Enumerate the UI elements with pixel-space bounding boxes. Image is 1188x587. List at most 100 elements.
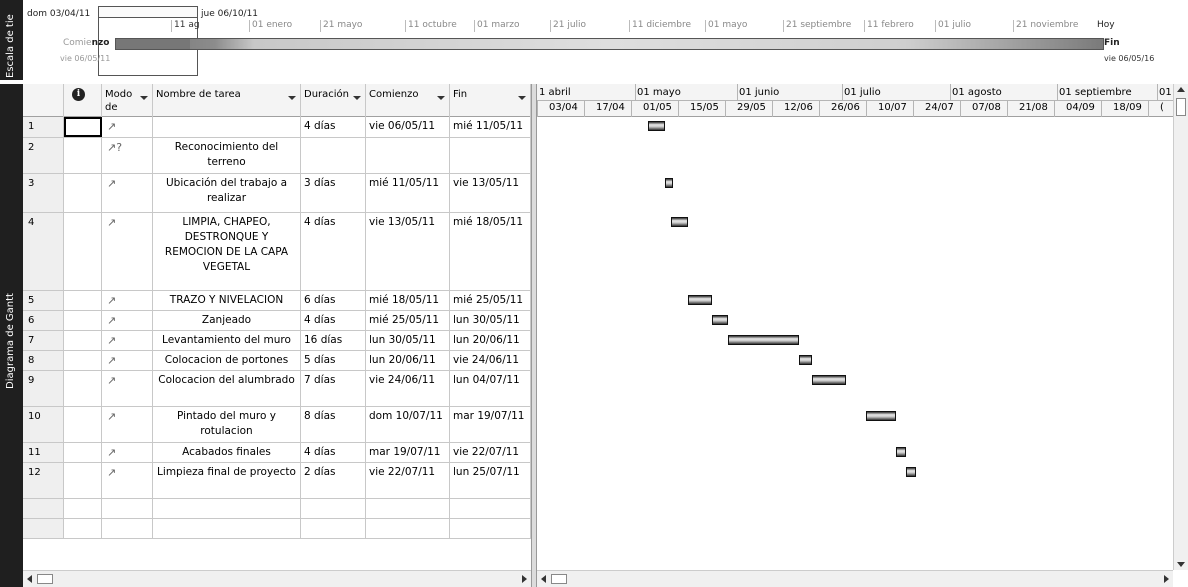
row-id[interactable]: 6 (23, 311, 64, 330)
row-id[interactable]: 11 (23, 443, 64, 462)
row-start[interactable] (366, 499, 450, 518)
table-row[interactable]: 1 ↗ 4 días vie 06/05/11 mié 11/05/11 (23, 117, 531, 138)
dropdown-arrow-icon[interactable] (353, 96, 361, 100)
row-mode-cell[interactable] (102, 519, 153, 538)
vertical-scrollbar[interactable] (1173, 84, 1188, 570)
row-task-name[interactable]: Ubicación del trabajo a realizar (153, 174, 301, 212)
gantt-bar[interactable] (728, 335, 799, 345)
gantt-bar[interactable] (812, 375, 846, 385)
row-mode-cell[interactable]: ↗ (102, 371, 153, 406)
row-info-cell[interactable] (64, 117, 102, 137)
row-finish[interactable]: mié 11/05/11 (450, 117, 531, 137)
scroll-up-icon[interactable] (1177, 87, 1185, 92)
row-duration[interactable]: 2 días (301, 463, 366, 498)
header-start[interactable]: Comienzo (366, 84, 450, 117)
header-info[interactable]: i (64, 84, 102, 117)
row-task-name[interactable]: LIMPIA, CHAPEO, DESTRONQUE Y REMOCION DE… (153, 213, 301, 290)
row-task-name[interactable]: TRAZO Y NIVELACION (153, 291, 301, 310)
row-id[interactable]: 10 (23, 407, 64, 442)
row-finish[interactable] (450, 499, 531, 518)
timeline[interactable]: dom 03/04/11 jue 06/10/11 11 ag 01 enero 2… (23, 0, 1188, 80)
gantt-bar[interactable] (688, 295, 712, 305)
row-start[interactable]: vie 13/05/11 (366, 213, 450, 290)
row-start[interactable] (366, 519, 450, 538)
row-duration[interactable]: 4 días (301, 213, 366, 290)
gantt-bar[interactable] (866, 411, 897, 421)
row-mode-cell[interactable]: ↗ (102, 407, 153, 442)
row-mode-cell[interactable]: ↗ (102, 351, 153, 370)
row-duration[interactable]: 3 días (301, 174, 366, 212)
row-task-name[interactable]: Levantamiento del muro (153, 331, 301, 350)
dropdown-arrow-icon[interactable] (437, 96, 445, 100)
row-mode-cell[interactable]: ↗ (102, 117, 153, 137)
row-finish[interactable]: mar 19/07/11 (450, 407, 531, 442)
table-row[interactable]: 11 ↗ Acabados finales 4 días mar 19/07/11 vie… (23, 443, 531, 463)
row-mode-cell[interactable]: ↗ (102, 463, 153, 498)
row-info-cell[interactable] (64, 407, 102, 442)
row-duration[interactable]: 4 días (301, 117, 366, 137)
row-task-name[interactable]: Acabados finales (153, 443, 301, 462)
row-info-cell[interactable] (64, 331, 102, 350)
table-row[interactable]: 5 ↗ TRAZO Y NIVELACION 6 días mié 18/05/11 mi… (23, 291, 531, 311)
row-task-name[interactable]: Colocacion del alumbrado (153, 371, 301, 406)
row-id[interactable]: 2 (23, 138, 64, 173)
row-info-cell[interactable] (64, 371, 102, 406)
gantt-bar[interactable] (798, 355, 813, 365)
row-task-name[interactable]: Reconocimiento del terreno (153, 138, 301, 173)
row-duration[interactable]: 4 días (301, 311, 366, 330)
row-task-name[interactable] (153, 499, 301, 518)
row-finish[interactable]: lun 30/05/11 (450, 311, 531, 330)
timeline-project-bar[interactable] (115, 38, 1104, 50)
row-mode-cell[interactable]: ↗? (102, 138, 153, 173)
table-row[interactable]: 7 ↗ Levantamiento del muro 16 días lun 30/05… (23, 331, 531, 351)
row-finish[interactable] (450, 519, 531, 538)
gantt-bar[interactable] (671, 217, 689, 227)
gantt-bar[interactable] (647, 121, 665, 131)
row-duration[interactable]: 16 días (301, 331, 366, 350)
row-start[interactable]: vie 22/07/11 (366, 463, 450, 498)
gantt-bar[interactable] (664, 178, 673, 188)
table-row[interactable]: 12 ↗ Limpieza final de proyecto 2 días vie 2… (23, 463, 531, 499)
timeline-view-window-header[interactable] (98, 6, 198, 18)
table-row[interactable]: 4 ↗ LIMPIA, CHAPEO, DESTRONQUE Y REMOCION … (23, 213, 531, 291)
row-id[interactable]: 4 (23, 213, 64, 290)
row-mode-cell[interactable]: ↗ (102, 291, 153, 310)
row-finish[interactable]: vie 22/07/11 (450, 443, 531, 462)
row-info-cell[interactable] (64, 463, 102, 498)
row-task-name[interactable]: Limpieza final de proyecto (153, 463, 301, 498)
row-id[interactable]: 12 (23, 463, 64, 498)
row-id[interactable] (23, 499, 64, 518)
row-duration[interactable] (301, 499, 366, 518)
row-start[interactable]: mié 11/05/11 (366, 174, 450, 212)
row-task-name[interactable]: Zanjeado (153, 311, 301, 330)
row-info-cell[interactable] (64, 519, 102, 538)
row-finish[interactable] (450, 138, 531, 173)
row-id[interactable] (23, 519, 64, 538)
table-row[interactable] (23, 499, 531, 519)
row-mode-cell[interactable]: ↗ (102, 311, 153, 330)
row-finish[interactable]: vie 24/06/11 (450, 351, 531, 370)
row-info-cell[interactable] (64, 351, 102, 370)
chart-horizontal-scrollbar[interactable] (537, 570, 1173, 587)
row-id[interactable]: 9 (23, 371, 64, 406)
dropdown-arrow-icon[interactable] (288, 96, 296, 100)
dropdown-arrow-icon[interactable] (518, 96, 526, 100)
row-info-cell[interactable] (64, 174, 102, 212)
row-mode-cell[interactable]: ↗ (102, 174, 153, 212)
row-task-name[interactable]: Pintado del muro y rotulacion (153, 407, 301, 442)
row-info-cell[interactable] (64, 311, 102, 330)
row-start[interactable]: vie 06/05/11 (366, 117, 450, 137)
table-row[interactable]: 10 ↗ Pintado del muro y rotulacion 8 días do… (23, 407, 531, 443)
row-id[interactable]: 5 (23, 291, 64, 310)
row-mode-cell[interactable]: ↗ (102, 443, 153, 462)
gantt-chart[interactable]: 1 abril 01 mayo 01 junio 01 julio 01 agosto 0… (537, 84, 1173, 570)
row-finish[interactable]: lun 20/06/11 (450, 331, 531, 350)
row-start[interactable]: lun 30/05/11 (366, 331, 450, 350)
header-finish[interactable]: Fin (450, 84, 531, 117)
header-duration[interactable]: Duración (301, 84, 366, 117)
row-duration[interactable] (301, 519, 366, 538)
row-id[interactable]: 8 (23, 351, 64, 370)
table-row[interactable]: 9 ↗ Colocacion del alumbrado 7 días vie 24/0… (23, 371, 531, 407)
row-mode-cell[interactable]: ↗ (102, 331, 153, 350)
scroll-left-icon[interactable] (541, 575, 546, 583)
